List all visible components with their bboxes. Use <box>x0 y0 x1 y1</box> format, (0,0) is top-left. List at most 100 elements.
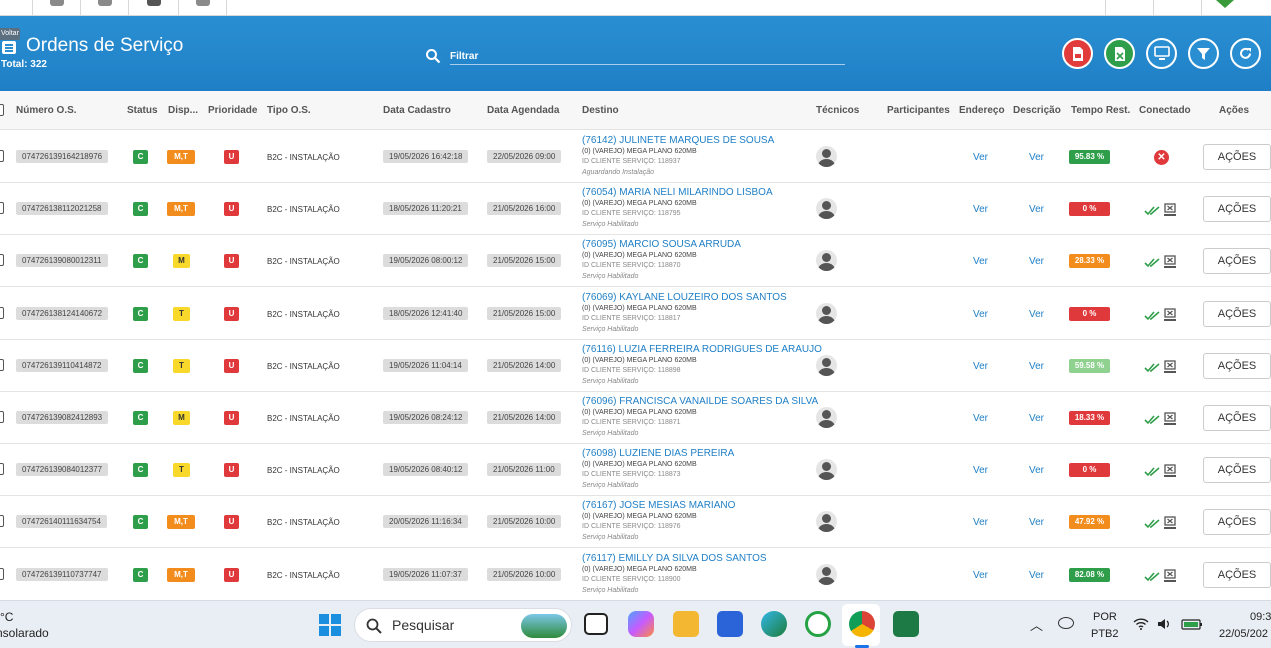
row-checkbox[interactable] <box>0 515 4 528</box>
layout-indicator[interactable]: PTB2 <box>1091 628 1119 640</box>
toolbar-cell[interactable] <box>32 0 80 16</box>
os-number[interactable]: 074726139164218976 <box>16 150 109 163</box>
address-view-link[interactable]: Ver <box>973 570 988 581</box>
table-row[interactable]: 074726138112021258 C M,T U B2C - INSTALAÇÃO 1… <box>0 183 1271 236</box>
lang-indicator[interactable]: POR <box>1093 611 1117 623</box>
col-endereco[interactable]: Endereço <box>959 105 1005 116</box>
row-checkbox[interactable] <box>0 202 4 215</box>
technician-avatar[interactable] <box>816 302 837 324</box>
table-row[interactable]: 074726140111634754 C M,T U B2C - INSTALAÇÃO 2… <box>0 496 1271 549</box>
toolbar-cell[interactable] <box>1105 0 1153 16</box>
os-number[interactable]: 074726139110737747 <box>16 567 108 581</box>
actions-button[interactable]: AÇÕES <box>1203 144 1271 170</box>
technician-avatar[interactable] <box>816 511 837 533</box>
actions-button[interactable]: AÇÕES <box>1203 509 1271 536</box>
address-view-link[interactable]: Ver <box>973 309 988 320</box>
store-icon[interactable] <box>717 611 743 637</box>
row-checkbox[interactable] <box>0 150 4 162</box>
address-view-link[interactable]: Ver <box>973 256 988 267</box>
os-number[interactable]: 074726138112021258 <box>16 202 108 216</box>
weather-widget[interactable]: °C Ensolarado <box>0 609 49 641</box>
copilot-icon[interactable] <box>628 611 654 637</box>
technician-avatar[interactable] <box>816 407 837 428</box>
toolbar-cell[interactable] <box>1153 0 1201 16</box>
destination-client-link[interactable]: (76095) MARCIO SOUSA ARRUDA <box>582 239 741 250</box>
description-view-link[interactable]: Ver <box>1029 413 1044 424</box>
destination-client-link[interactable]: (76098) LUZIENE DIAS PEREIRA <box>582 448 734 459</box>
toolbar-cell[interactable] <box>226 0 276 16</box>
col-cadastro[interactable]: Data Cadastro <box>383 105 451 116</box>
destination-client-link[interactable]: (76167) JOSE MESIAS MARIANO <box>582 500 735 511</box>
destination-client-link[interactable]: (76096) FRANCISCA VANAILDE SOARES DA SIL… <box>582 396 818 407</box>
battery-icon[interactable] <box>1181 618 1203 630</box>
refresh-button[interactable] <box>1230 38 1261 69</box>
actions-button[interactable]: AÇÕES <box>1203 196 1271 223</box>
toolbar-cell[interactable] <box>178 0 226 16</box>
technician-avatar[interactable] <box>816 354 837 376</box>
address-view-link[interactable]: Ver <box>973 361 988 372</box>
clock-time[interactable]: 09:3 <box>1250 611 1271 623</box>
description-view-link[interactable]: Ver <box>1029 309 1044 320</box>
row-checkbox[interactable] <box>0 254 4 267</box>
os-number[interactable]: 074726138124140672 <box>16 306 109 320</box>
col-conectado[interactable]: Conectado <box>1139 105 1191 116</box>
row-checkbox[interactable] <box>0 411 4 423</box>
table-row[interactable]: 074726139164218976 C M,T U B2C - INSTALAÇÃO 1… <box>0 131 1271 183</box>
destination-client-link[interactable]: (76069) KAYLANE LOUZEIRO DOS SANTOS <box>582 292 787 303</box>
destination-client-link[interactable]: (76054) MARIA NELI MILARINDO LISBOA <box>582 187 773 198</box>
col-tecnicos[interactable]: Técnicos <box>816 105 859 116</box>
volume-icon[interactable] <box>1157 618 1171 630</box>
actions-button[interactable]: AÇÕES <box>1203 457 1271 484</box>
address-view-link[interactable]: Ver <box>973 465 988 476</box>
col-agendada[interactable]: Data Agendada <box>487 105 559 116</box>
select-all-checkbox[interactable] <box>0 104 4 116</box>
technician-avatar[interactable] <box>816 563 837 585</box>
toolbar-cell[interactable] <box>128 0 178 16</box>
os-number[interactable]: 074726140111634754 <box>16 515 107 529</box>
col-status[interactable]: Status <box>127 105 158 116</box>
description-view-link[interactable]: Ver <box>1029 361 1044 372</box>
os-number[interactable]: 074726139082412893 <box>16 411 109 424</box>
actions-button[interactable]: AÇÕES <box>1203 300 1271 327</box>
monitor-button[interactable] <box>1146 38 1177 69</box>
row-checkbox[interactable] <box>0 358 4 371</box>
chrome-icon[interactable] <box>849 611 875 637</box>
actions-button[interactable]: AÇÕES <box>1203 561 1271 588</box>
whatsapp-icon[interactable] <box>805 611 831 637</box>
col-descricao[interactable]: Descrição <box>1013 105 1061 116</box>
description-view-link[interactable]: Ver <box>1029 152 1044 163</box>
table-row[interactable]: 074726139110737747 C M,T U B2C - INSTALAÇÃO 1… <box>0 548 1271 601</box>
filter-button[interactable] <box>1188 38 1219 69</box>
os-number[interactable]: 074726139084012377 <box>16 463 109 477</box>
row-checkbox[interactable] <box>0 463 4 476</box>
filter-input[interactable] <box>450 48 845 65</box>
actions-button[interactable]: AÇÕES <box>1203 352 1271 379</box>
table-row[interactable]: 074726138124140672 C T U B2C - INSTALAÇÃO 18/… <box>0 287 1271 340</box>
task-view-icon[interactable] <box>584 613 608 635</box>
destination-client-link[interactable]: (76116) LUZIA FERREIRA RODRIGUES DE ARAU… <box>582 344 822 355</box>
address-view-link[interactable]: Ver <box>973 204 988 215</box>
toolbar-cell[interactable] <box>80 0 128 16</box>
description-view-link[interactable]: Ver <box>1029 465 1044 476</box>
description-view-link[interactable]: Ver <box>1029 570 1044 581</box>
excel-export-button[interactable] <box>1104 38 1135 69</box>
network-cloud-icon[interactable] <box>1058 617 1074 629</box>
table-row[interactable]: 074726139084012377 C T U B2C - INSTALAÇÃO 19/… <box>0 444 1271 497</box>
start-icon[interactable] <box>318 613 342 637</box>
destination-client-link[interactable]: (76117) EMILLY DA SILVA DOS SANTOS <box>582 553 767 564</box>
table-row[interactable]: 074726139082412893 C M U B2C - INSTALAÇÃO 19/… <box>0 392 1271 444</box>
actions-button[interactable]: AÇÕES <box>1203 405 1271 431</box>
table-row[interactable]: 074726139110414872 C T U B2C - INSTALAÇÃO 19/… <box>0 339 1271 392</box>
col-destino[interactable]: Destino <box>582 105 619 116</box>
col-tipo[interactable]: Tipo O.S. <box>267 105 311 116</box>
taskbar-search[interactable]: Pesquisar <box>354 608 572 642</box>
description-view-link[interactable]: Ver <box>1029 204 1044 215</box>
wifi-icon[interactable] <box>1133 618 1149 630</box>
os-number[interactable]: 074726139080012311 <box>16 254 108 268</box>
description-view-link[interactable]: Ver <box>1029 517 1044 528</box>
col-tempo[interactable]: Tempo Rest. <box>1071 105 1130 116</box>
download-icon[interactable] <box>1216 0 1234 8</box>
back-button[interactable]: Voltar <box>0 28 20 40</box>
destination-client-link[interactable]: (76142) JULINETE MARQUES DE SOUSA <box>582 135 774 146</box>
file-explorer-icon[interactable] <box>673 611 699 637</box>
